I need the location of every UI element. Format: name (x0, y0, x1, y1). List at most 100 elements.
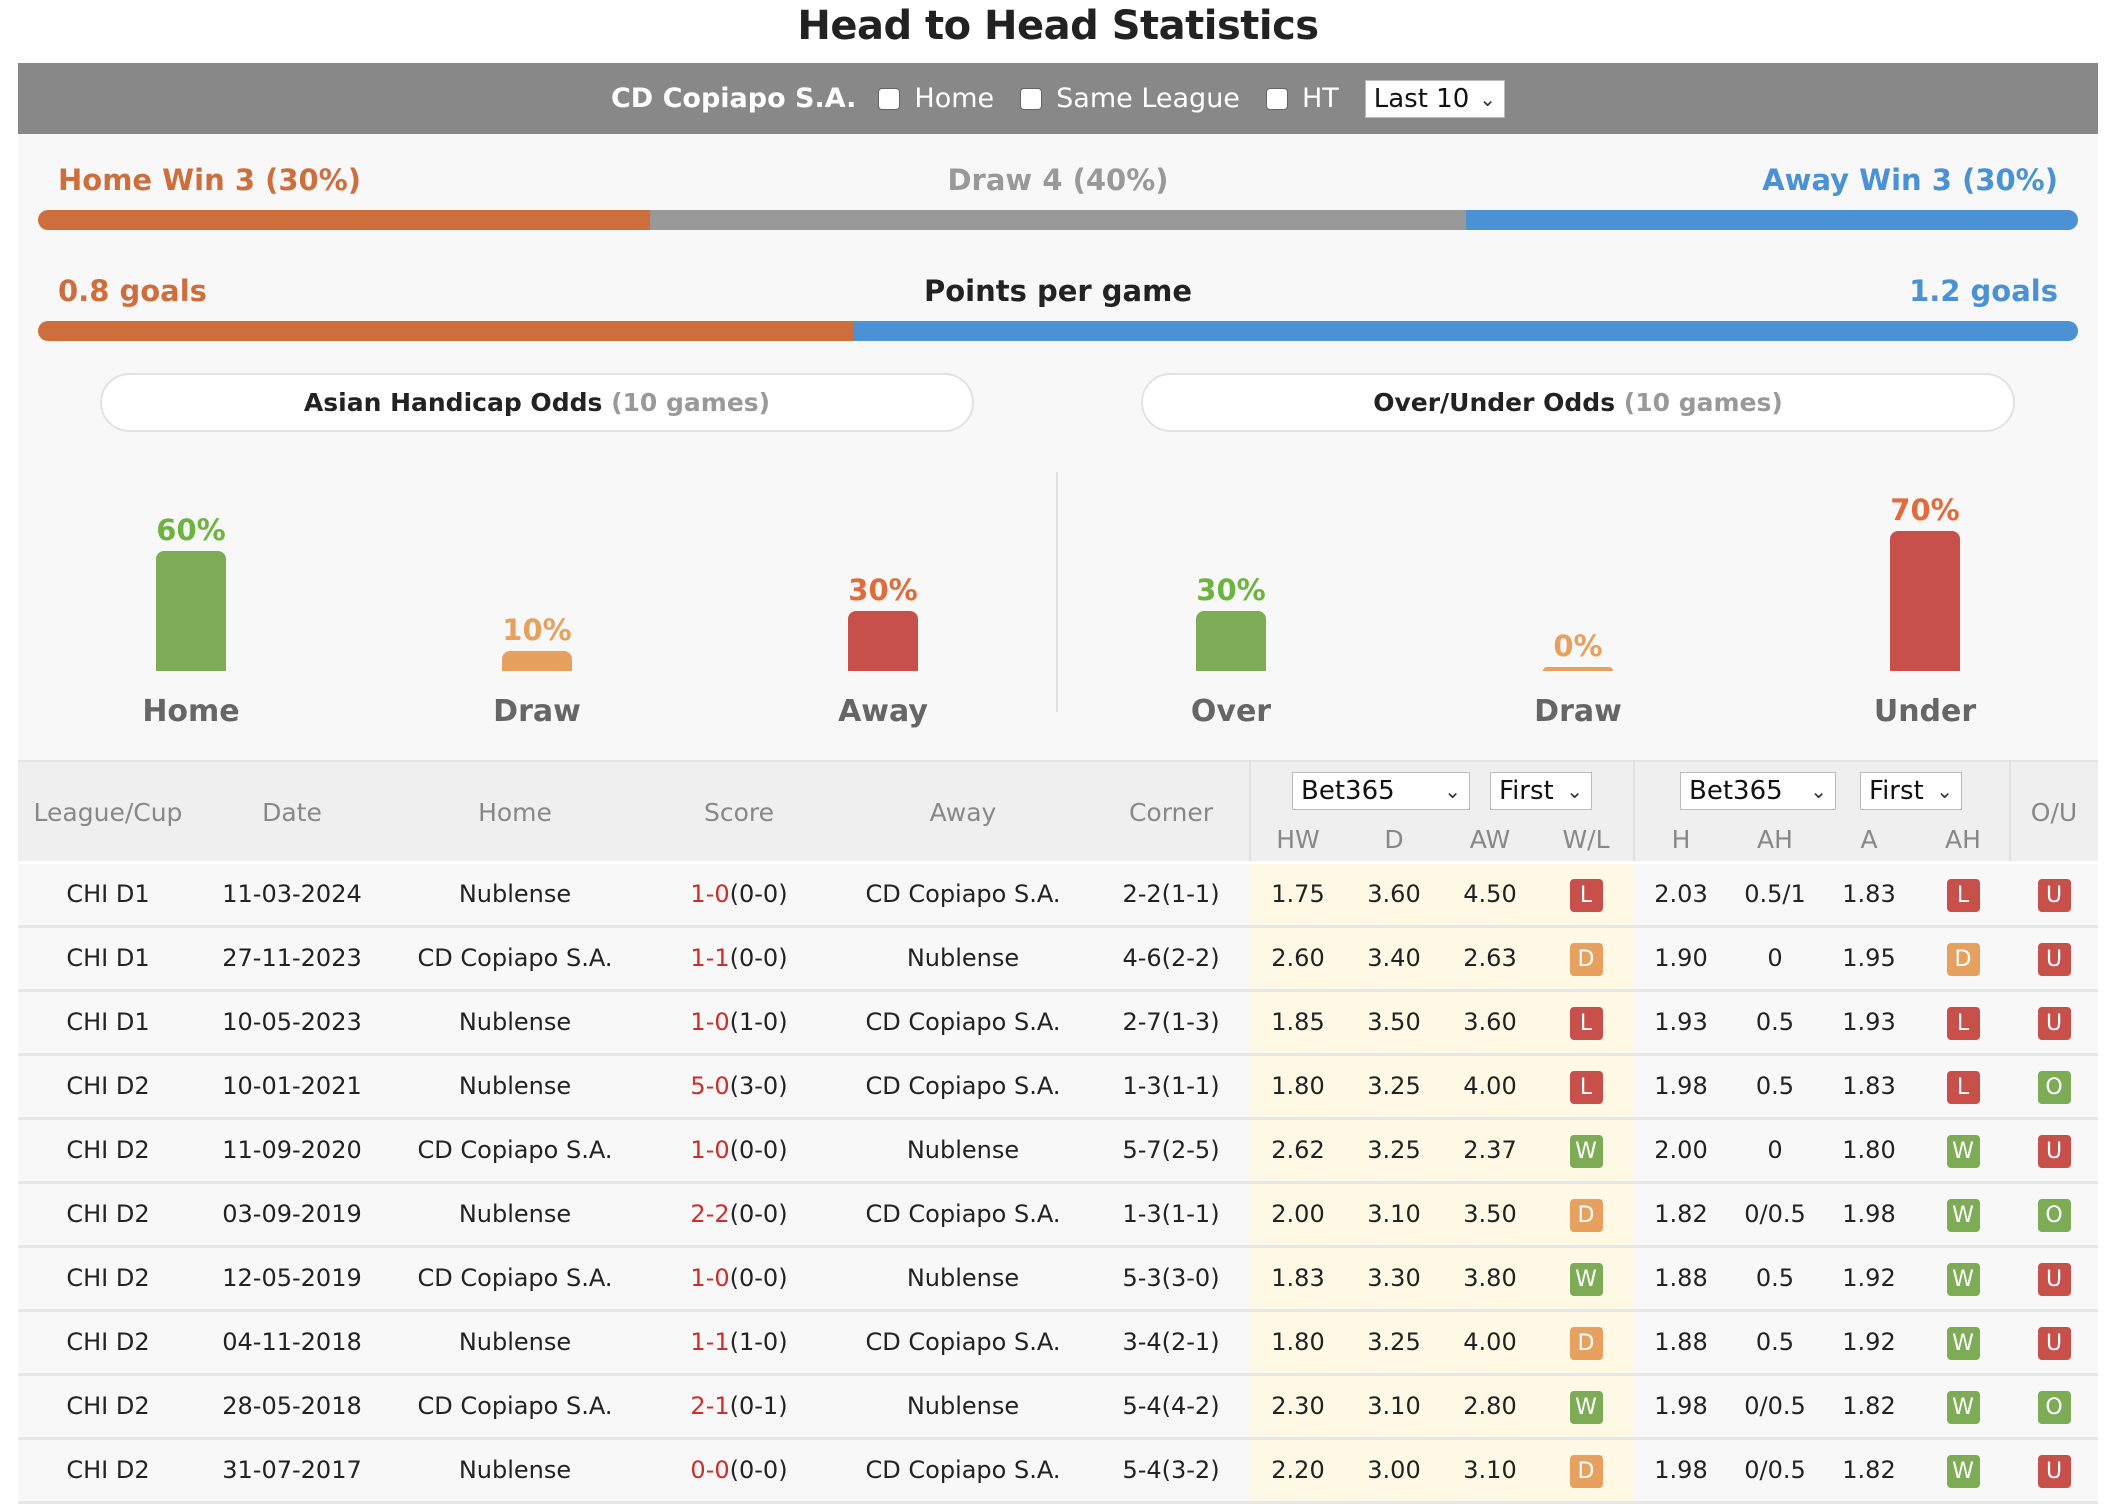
cell-away[interactable]: CD Copiapo S.A. (834, 864, 1092, 925)
odds-1x2-type-select[interactable]: First ⌄ (1490, 772, 1592, 810)
cell-wl: L (1538, 864, 1634, 925)
cell-home[interactable]: Nublense (386, 992, 644, 1053)
cell-a: 1.92 (1842, 1328, 1896, 1356)
cell-home[interactable]: CD Copiapo S.A. (386, 1120, 644, 1181)
cell-score[interactable]: 1-1(1-0) (644, 1312, 834, 1373)
cell-score[interactable]: 2-1(0-1) (644, 1376, 834, 1437)
checkbox-box[interactable] (878, 87, 901, 110)
checkbox-box[interactable] (1265, 87, 1288, 110)
checkbox-box[interactable] (1020, 87, 1043, 110)
cell-score[interactable]: 0-0(0-0) (644, 1440, 834, 1501)
full-time-score: 1-0 (690, 1264, 730, 1292)
cell-score[interactable]: 2-2(0-0) (644, 1184, 834, 1245)
checkbox-label: Home (914, 83, 995, 114)
table-row[interactable]: CHI D2 10-01-2021 Nublense 5-0(3-0) CD Copia… (18, 1056, 2098, 1120)
odds-1x2-bookmaker-select[interactable]: Bet365 ⌄ (1292, 772, 1470, 810)
cell-hw: 1.80 (1271, 1072, 1325, 1100)
away-goals-label: 1.2 goals (1909, 274, 2058, 308)
cell-home[interactable]: Nublense (386, 1184, 644, 1245)
over-under-header: Over/Under Odds (10 games) (1141, 373, 2015, 432)
cell-home[interactable]: Nublense (386, 1440, 644, 1501)
col-ou: O/U (2030, 798, 2078, 827)
same-league-checkbox[interactable]: Same League (1020, 83, 1240, 114)
asian_handicap-bar-away: 30% (813, 573, 953, 671)
table-row[interactable]: CHI D2 28-05-2018 CD Copiapo S.A. 2-1(0-1) N… (18, 1376, 2098, 1440)
cell-date: 12-05-2019 (222, 1264, 362, 1292)
cell-away[interactable]: CD Copiapo S.A. (834, 1312, 1092, 1373)
asian_handicap-bar-fill (848, 611, 918, 671)
results-labels: Home Win 3 (30%) Draw 4 (40%) Away Win 3… (58, 163, 2058, 203)
cell-away[interactable]: CD Copiapo S.A. (834, 1184, 1092, 1245)
cell-home[interactable]: Nublense (386, 1056, 644, 1117)
cell-wl: W (1538, 1120, 1634, 1181)
cell-league: CHI D2 (66, 1264, 150, 1292)
cell-score[interactable]: 1-0(0-0) (644, 864, 834, 925)
home-win-label: Home Win 3 (30%) (58, 163, 362, 197)
cell-away[interactable]: CD Copiapo S.A. (834, 1440, 1092, 1501)
cell-home[interactable]: CD Copiapo S.A. (386, 928, 644, 989)
cell-ahr: W (1916, 1248, 2010, 1309)
asian_handicap-pct-label: 60% (156, 513, 226, 547)
cell-away[interactable]: Nublense (834, 1248, 1092, 1309)
cell-ah: 0/0.5 (1744, 1456, 1806, 1484)
over-under-badge: U (2037, 1454, 2071, 1488)
cell-a: 1.93 (1842, 1008, 1896, 1036)
cell-score[interactable]: 1-0(0-0) (644, 1248, 834, 1309)
cell-home[interactable]: CD Copiapo S.A. (386, 1248, 644, 1309)
cell-away[interactable]: Nublense (834, 928, 1092, 989)
full-time-score: 1-0 (690, 880, 730, 908)
cell-away[interactable]: CD Copiapo S.A. (834, 992, 1092, 1053)
cell-corner: 2-2(1-1) (1122, 880, 1220, 908)
cell-aw: 3.60 (1463, 1008, 1517, 1036)
cell-home[interactable]: Nublense (386, 1312, 644, 1373)
table-row[interactable]: CHI D2 03-09-2019 Nublense 2-2(0-0) CD Copia… (18, 1184, 2098, 1248)
table-row[interactable]: CHI D2 04-11-2018 Nublense 1-1(1-0) CD Copia… (18, 1312, 2098, 1376)
asian_handicap-bar-fill (502, 651, 572, 671)
cell-score[interactable]: 1-0(1-0) (644, 992, 834, 1053)
cell-away[interactable]: Nublense (834, 1376, 1092, 1437)
cell-aw: 2.63 (1463, 944, 1517, 972)
cell-away[interactable]: Nublense (834, 1120, 1092, 1181)
results-bar-draw (650, 210, 1466, 230)
over-under-badge: O (2037, 1198, 2071, 1232)
odds-ah-type-select[interactable]: First ⌄ (1860, 772, 1962, 810)
cell-score[interactable]: 5-0(3-0) (644, 1056, 834, 1117)
cell-score[interactable]: 1-0(0-0) (644, 1120, 834, 1181)
table-row[interactable]: CHI D2 31-07-2017 Nublense 0-0(0-0) CD Copia… (18, 1440, 2098, 1504)
cell-h: 1.98 (1654, 1456, 1708, 1484)
cell-h: 1.82 (1654, 1200, 1708, 1228)
cell-home[interactable]: Nublense (386, 864, 644, 925)
cell-score[interactable]: 1-1(0-0) (644, 928, 834, 989)
table-row[interactable]: CHI D2 12-05-2019 CD Copiapo S.A. 1-0(0-0) N… (18, 1248, 2098, 1312)
half-time-score: (0-0) (729, 1456, 788, 1484)
cell-corner: 5-7(2-5) (1122, 1136, 1220, 1164)
goals-bar-home (38, 321, 854, 341)
cell-date: 27-11-2023 (222, 944, 362, 972)
table-row[interactable]: CHI D1 11-03-2024 Nublense 1-0(0-0) CD Copia… (18, 864, 2098, 928)
col-a: A (1860, 825, 1878, 854)
table-row[interactable]: CHI D1 10-05-2023 Nublense 1-0(1-0) CD Copia… (18, 992, 2098, 1056)
table-row[interactable]: CHI D1 27-11-2023 CD Copiapo S.A. 1-1(0-0) N… (18, 928, 2098, 992)
cell-league: CHI D2 (66, 1072, 150, 1100)
draw-label: Draw 4 (40%) (947, 163, 1169, 197)
cell-wl: D (1538, 1440, 1634, 1501)
over_under-bar-fill (1890, 531, 1960, 671)
cell-date: 11-03-2024 (222, 880, 362, 908)
range-select[interactable]: Last 10 ⌄ (1364, 79, 1506, 118)
table-row[interactable]: CHI D2 11-09-2020 CD Copiapo S.A. 1-0(0-0) N… (18, 1120, 2098, 1184)
cell-away[interactable]: CD Copiapo S.A. (834, 1056, 1092, 1117)
cell-ahr: L (1916, 1056, 2010, 1117)
asian-handicap-title: Asian Handicap Odds (303, 388, 603, 417)
cell-a: 1.83 (1842, 1072, 1896, 1100)
cell-hw: 2.20 (1271, 1456, 1325, 1484)
odds-ah-bookmaker-select[interactable]: Bet365 ⌄ (1680, 772, 1836, 810)
ht-checkbox[interactable]: HT (1265, 83, 1339, 114)
cell-home[interactable]: CD Copiapo S.A. (386, 1376, 644, 1437)
cell-aw: 3.80 (1463, 1264, 1517, 1292)
result-badge: W (1946, 1454, 1980, 1488)
cell-ou: U (2010, 992, 2098, 1053)
cell-ou: U (2010, 928, 2098, 989)
cell-corner: 1-3(1-1) (1122, 1200, 1220, 1228)
home-checkbox[interactable]: Home (878, 83, 994, 114)
col-ah: AH (1757, 825, 1793, 854)
